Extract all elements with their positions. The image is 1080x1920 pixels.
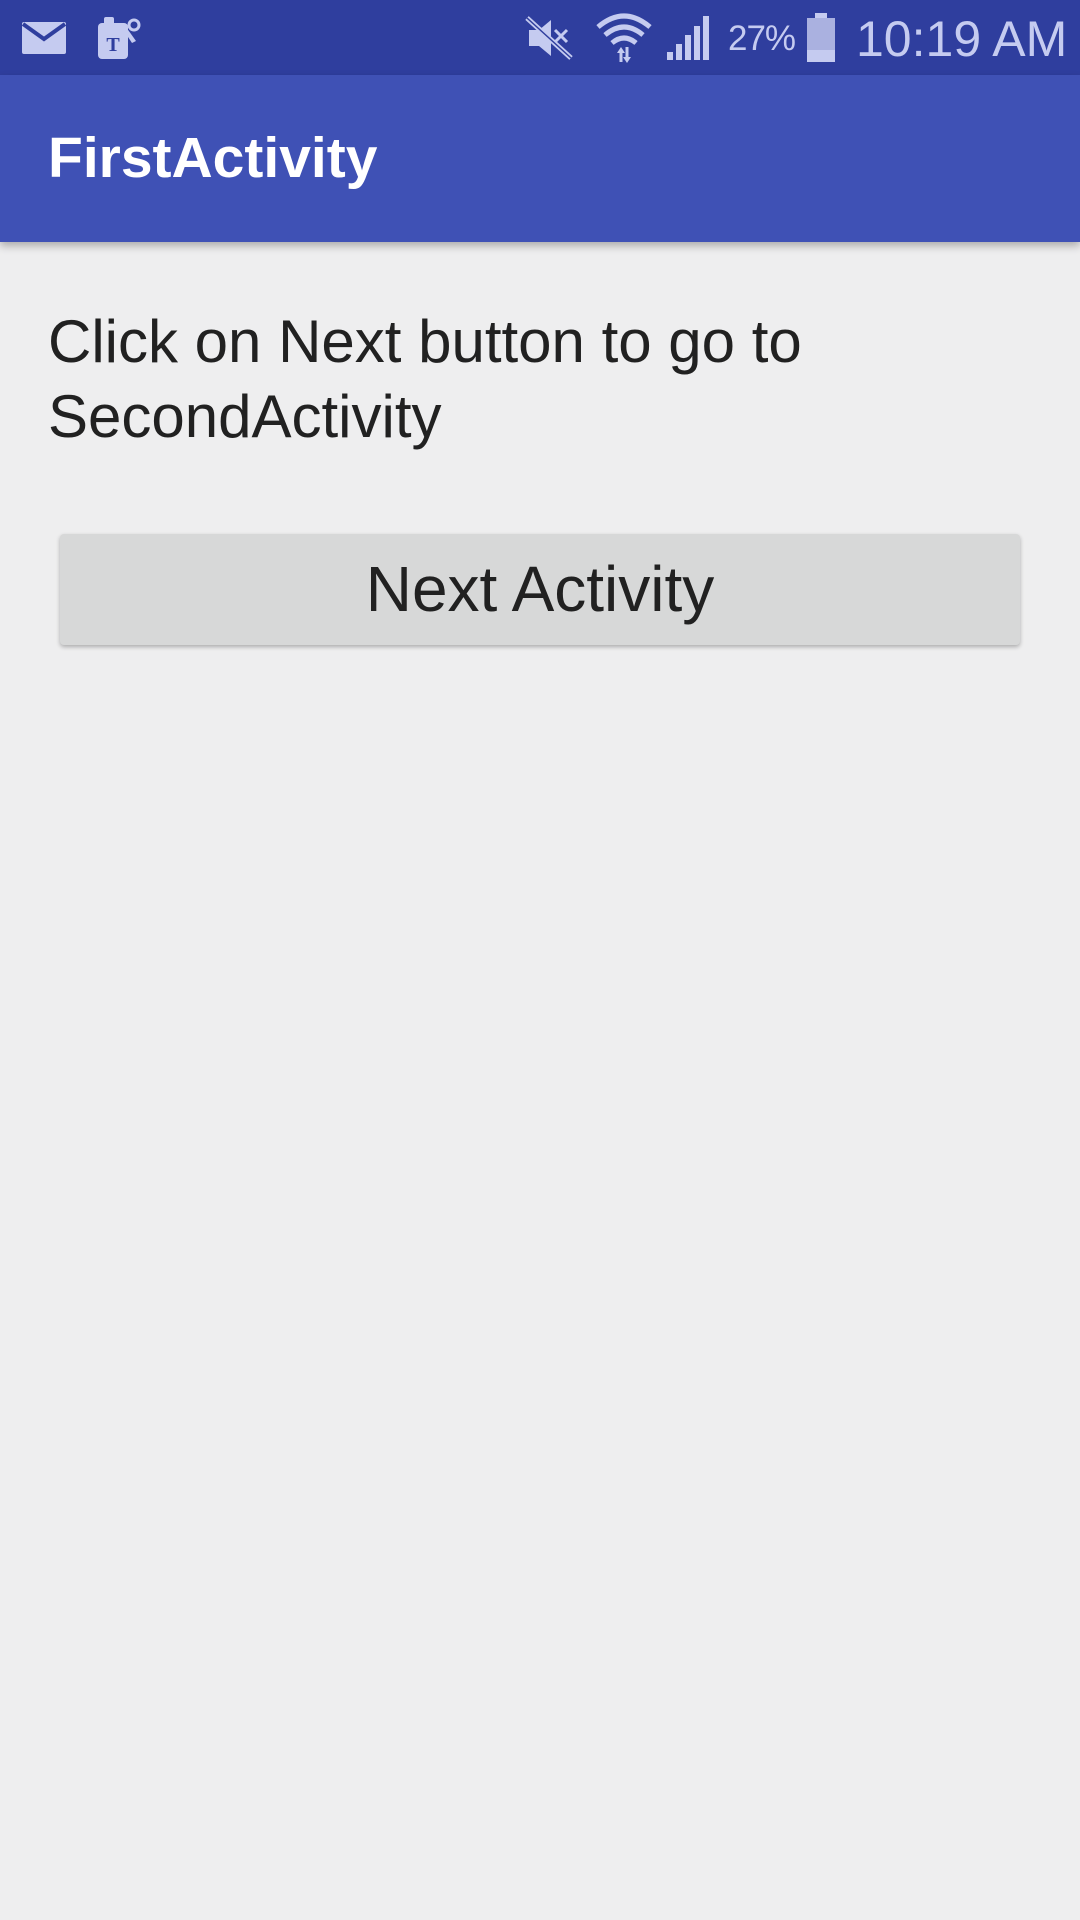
main-content: Click on Next button to go to SecondActi…	[0, 242, 1080, 1920]
app-bar: FirstActivity	[0, 75, 1080, 242]
email-icon	[20, 0, 68, 75]
signal-icon	[664, 0, 714, 75]
next-activity-button[interactable]: Next Activity	[60, 534, 1020, 645]
mute-icon	[524, 0, 574, 75]
svg-text:T: T	[106, 34, 120, 56]
tmobile-app-icon: T	[92, 0, 142, 75]
wifi-icon	[596, 0, 652, 75]
status-clock: 10:19 AM	[856, 11, 1068, 67]
status-bar: T 27% 10:19 AM	[0, 0, 1080, 75]
instruction-text: Click on Next button to go to SecondActi…	[48, 308, 802, 450]
app-title: FirstActivity	[48, 126, 378, 190]
battery-percentage: 27%	[728, 19, 796, 58]
battery-icon	[806, 0, 836, 75]
